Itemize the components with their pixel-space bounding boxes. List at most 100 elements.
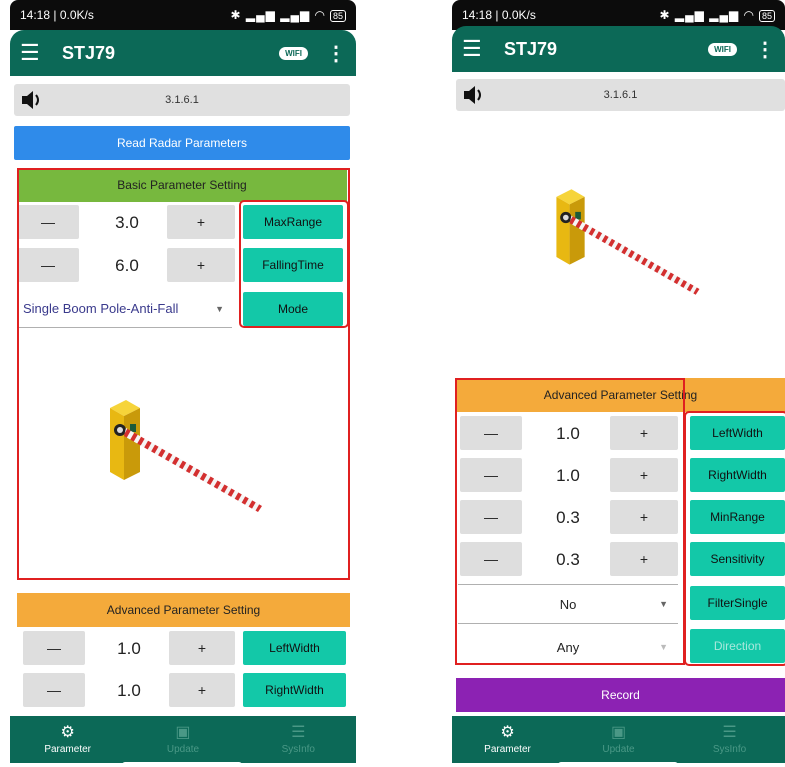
home-indicator[interactable] [122, 762, 242, 767]
basic-parameter-header: Basic Parameter Setting [17, 168, 347, 202]
rightwidth-value: 1.0 [556, 466, 580, 485]
rightwidth-row: — 1.0 + RightWidth [17, 671, 350, 711]
leftwidth-row: — 1.0 + LeftWidth [456, 414, 785, 454]
version-text: 3.1.6.1 [603, 89, 638, 101]
battery-icon: 85 [758, 10, 775, 22]
phone-screen-parameter-basic: 14:18 | 0.0K/s ✱ ▂▄▆ ▂▄▆ ◠ 85 ☰ STJ79 WIF… [10, 0, 356, 767]
decrement-button[interactable]: — [23, 673, 85, 707]
rightwidth-button[interactable]: RightWidth [690, 458, 785, 492]
wifi-icon[interactable]: WIFI [708, 42, 737, 56]
nav-update[interactable]: ▣ Update [574, 724, 664, 755]
filter-select[interactable]: No ▼ [458, 584, 678, 624]
dropdown-arrow-icon: ▼ [659, 642, 668, 652]
menu-icon[interactable]: ☰ [20, 40, 46, 66]
increment-button[interactable]: + [610, 416, 678, 450]
sensitivity-value: 0.3 [556, 550, 580, 569]
mode-button[interactable]: Mode [243, 292, 343, 326]
status-time: 14:18 | 0.0K/s [462, 8, 536, 22]
filtersingle-button[interactable]: FilterSingle [690, 586, 785, 620]
signal-icons: ✱ ▂▄▆ ▂▄▆ ◠ [230, 8, 326, 22]
increment-button[interactable]: + [610, 542, 678, 576]
nav-label: SysInfo [281, 744, 315, 755]
status-time: 14:18 | 0.0K/s [20, 8, 94, 22]
fallingtime-button[interactable]: FallingTime [243, 248, 343, 282]
app-bar: ☰ STJ79 WIFI ⋮ [452, 26, 785, 72]
direction-button[interactable]: Direction [690, 629, 785, 663]
more-options-icon[interactable]: ⋮ [326, 41, 346, 66]
update-icon: ▣ [175, 724, 191, 741]
battery-icon: 85 [329, 10, 346, 22]
decrement-button[interactable]: — [17, 248, 79, 282]
wifi-icon[interactable]: WIFI [279, 46, 308, 60]
bottom-navigation: ⚙ Parameter ▣ Update ☰ SysInfo [10, 716, 356, 763]
update-icon: ▣ [610, 724, 627, 741]
filter-select-value: No [559, 596, 577, 612]
read-radar-parameters-button[interactable]: Read Radar Parameters [14, 126, 350, 160]
nav-sysinfo[interactable]: ☰ SysInfo [253, 724, 343, 755]
nav-label: SysInfo [712, 744, 747, 755]
mode-select-value: Single Boom Pole-Anti-Fall [23, 301, 179, 316]
nav-label: Parameter [484, 744, 531, 755]
app-title: STJ79 [62, 42, 116, 63]
status-bar: 14:18 | 0.0K/s ✱ ▂▄▆ ▂▄▆ ◠ 85 [10, 0, 356, 30]
minrange-row: — 0.3 + MinRange [456, 498, 785, 538]
sensitivity-row: — 0.3 + Sensitivity [456, 540, 785, 580]
increment-button[interactable]: + [167, 205, 235, 239]
fallingtime-row: — 6.0 + FallingTime [17, 246, 347, 286]
decrement-button[interactable]: — [460, 416, 522, 450]
sensitivity-button[interactable]: Sensitivity [690, 542, 785, 576]
advanced-parameter-header: Advanced Parameter Setting [17, 593, 350, 627]
leftwidth-value: 1.0 [556, 424, 580, 443]
increment-button[interactable]: + [167, 248, 235, 282]
speaker-icon[interactable] [462, 85, 486, 105]
version-text: 3.1.6.1 [165, 94, 199, 106]
home-indicator[interactable] [558, 762, 678, 767]
nav-label: Update [602, 744, 635, 755]
maxrange-button[interactable]: MaxRange [243, 205, 343, 239]
more-options-icon[interactable]: ⋮ [755, 37, 775, 62]
speaker-icon[interactable] [20, 90, 44, 110]
leftwidth-value: 1.0 [117, 639, 141, 658]
phone-screen-parameter-advanced: 14:18 | 0.0K/s ✱ ▂▄▆ ▂▄▆ ◠ 85 ☰ STJ79 WIF… [452, 0, 785, 767]
rightwidth-button[interactable]: RightWidth [243, 673, 346, 707]
increment-button[interactable]: + [610, 458, 678, 492]
nav-sysinfo[interactable]: ☰ SysInfo [685, 724, 775, 755]
version-bar: 3.1.6.1 [14, 84, 350, 116]
menu-icon[interactable]: ☰ [462, 36, 488, 62]
bottom-navigation: ⚙ Parameter ▣ Update ☰ SysInfo [452, 716, 785, 763]
nav-parameter[interactable]: ⚙ Parameter [463, 724, 553, 755]
leftwidth-button[interactable]: LeftWidth [690, 416, 785, 450]
rightwidth-value: 1.0 [117, 681, 141, 700]
decrement-button[interactable]: — [460, 500, 522, 534]
decrement-button[interactable]: — [17, 205, 79, 239]
app-bar: ☰ STJ79 WIFI ⋮ [10, 30, 356, 76]
maxrange-row: — 3.0 + MaxRange [17, 203, 347, 243]
minrange-value: 0.3 [556, 508, 580, 527]
fallingtime-value: 6.0 [115, 256, 139, 275]
decrement-button[interactable]: — [460, 458, 522, 492]
decrement-button[interactable]: — [23, 631, 85, 665]
increment-button[interactable]: + [610, 500, 678, 534]
leftwidth-button[interactable]: LeftWidth [243, 631, 346, 665]
version-bar: 3.1.6.1 [456, 79, 785, 111]
decrement-button[interactable]: — [460, 542, 522, 576]
nav-parameter[interactable]: ⚙ Parameter [23, 724, 113, 755]
signal-icons: ✱ ▂▄▆ ▂▄▆ ◠ [659, 8, 755, 22]
barrier-gate-image [556, 189, 700, 295]
increment-button[interactable]: + [169, 673, 235, 707]
barrier-gate-image [110, 400, 262, 512]
app-title: STJ79 [504, 38, 558, 59]
gear-icon: ⚙ [500, 724, 515, 741]
nav-update[interactable]: ▣ Update [138, 724, 228, 755]
record-button[interactable]: Record [456, 678, 785, 712]
rightwidth-row: — 1.0 + RightWidth [456, 456, 785, 496]
sliders-icon: ☰ [722, 724, 737, 741]
gear-icon: ⚙ [60, 724, 75, 741]
increment-button[interactable]: + [169, 631, 235, 665]
mode-select[interactable]: Single Boom Pole-Anti-Fall ▼ [17, 290, 232, 328]
minrange-button[interactable]: MinRange [690, 500, 785, 534]
direction-select[interactable]: Any ▼ [458, 627, 678, 667]
direction-select-value: Any [556, 639, 580, 655]
advanced-parameter-header: Advanced Parameter Setting [456, 378, 785, 412]
nav-label: Update [166, 744, 200, 755]
